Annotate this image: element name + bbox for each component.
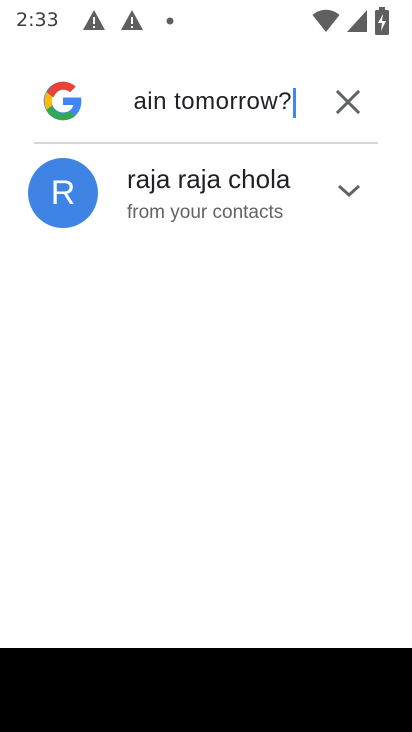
- search-underline: [34, 142, 378, 144]
- avatar: R: [28, 158, 98, 228]
- battery-charging-icon: [375, 7, 389, 35]
- chevron-down-icon: [337, 184, 361, 198]
- dot-icon: [166, 17, 174, 25]
- warning-icon: [121, 10, 143, 30]
- close-icon: [335, 89, 361, 115]
- clear-search-button[interactable]: [328, 82, 368, 122]
- status-time: 2:33: [16, 9, 59, 31]
- signal-icon: [347, 10, 367, 32]
- text-cursor: [293, 87, 296, 118]
- google-g-icon: [43, 81, 82, 121]
- warning-icon: [83, 10, 105, 30]
- search-query-text: ain tomorrow?: [133, 88, 292, 115]
- suggestion-title: raja raja chola: [127, 164, 291, 194]
- status-bar: 2:33: [0, 0, 412, 44]
- contact-suggestion[interactable]: R raja raja chola from your contacts: [0, 150, 412, 240]
- suggestion-subtitle: from your contacts: [127, 202, 284, 223]
- navigation-bar: [0, 648, 412, 732]
- search-bar: ain tomorrow?: [0, 62, 412, 142]
- expand-suggestion-button[interactable]: [330, 172, 368, 210]
- wifi-icon: [312, 9, 340, 32]
- search-input[interactable]: ain tomorrow?: [126, 82, 296, 122]
- status-system-icons: [312, 7, 404, 35]
